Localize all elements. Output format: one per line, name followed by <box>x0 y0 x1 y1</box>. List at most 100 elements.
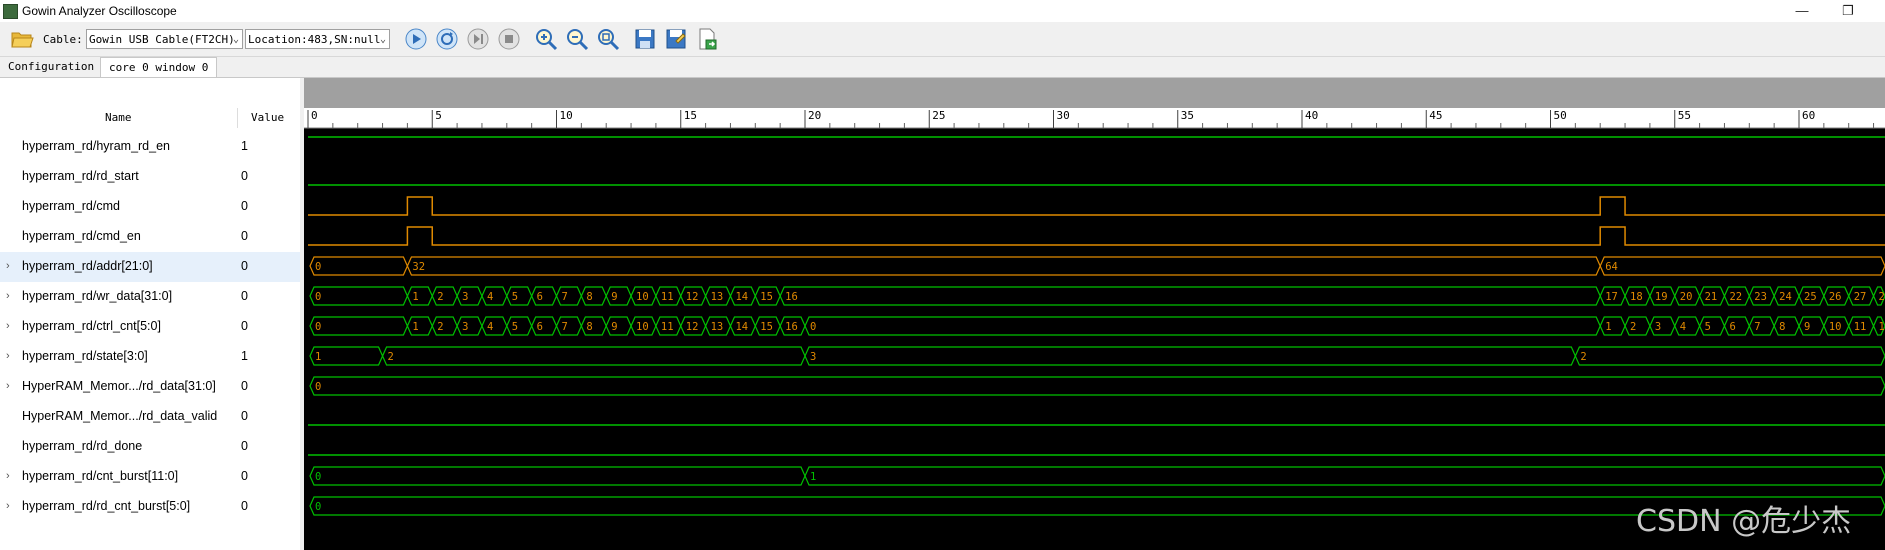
bus-segment <box>506 286 533 306</box>
bus-value-label: 28 <box>1879 291 1885 303</box>
bus-value-label: 32 <box>412 261 425 273</box>
bus-value-label: 22 <box>1729 291 1742 303</box>
bus-value-label: 10 <box>636 291 649 303</box>
bus-value-label: 8 <box>586 321 592 333</box>
bus-value-label: 20 <box>1680 291 1693 303</box>
bus-value-label: 17 <box>1605 291 1618 303</box>
bus-segment <box>309 256 409 276</box>
bus-segment <box>1599 316 1626 336</box>
bus-value-label: 21 <box>1705 291 1718 303</box>
bus-segment <box>381 346 806 366</box>
bus-segment <box>1773 316 1800 336</box>
bus-value-label: 18 <box>1630 291 1643 303</box>
bus-value-label: 6 <box>537 321 543 333</box>
time-ruler-label: 60 <box>1802 109 1815 122</box>
bus-segment <box>804 466 1885 486</box>
time-ruler-label: 5 <box>435 109 442 122</box>
time-ruler-label: 10 <box>560 109 573 122</box>
bus-value-label: 13 <box>711 321 724 333</box>
bus-value-label: 15 <box>760 291 773 303</box>
bus-value-label: 12 <box>686 321 699 333</box>
bus-segment <box>804 316 1601 336</box>
bus-value-label: 5 <box>1705 321 1711 333</box>
bus-value-label: 0 <box>315 261 321 273</box>
bus-segment <box>580 286 607 306</box>
bus-segment <box>779 286 1601 306</box>
bus-value-label: 24 <box>1779 291 1792 303</box>
time-ruler-label: 30 <box>1057 109 1070 122</box>
bus-segment <box>431 286 458 306</box>
bus-value-label: 5 <box>512 321 518 333</box>
bus-value-label: 8 <box>1779 321 1785 333</box>
bus-value-label: 4 <box>487 291 493 303</box>
bus-value-label: 1 <box>412 321 418 333</box>
bus-segment <box>530 316 558 336</box>
bus-value-label: 10 <box>1829 321 1842 333</box>
bus-segment <box>1674 316 1701 336</box>
bus-segment <box>1599 256 1885 276</box>
bus-segment <box>1649 316 1676 336</box>
bus-value-label: 2 <box>1630 321 1636 333</box>
bus-segment <box>456 286 483 306</box>
bus-segment <box>605 286 632 306</box>
bus-value-label: 0 <box>315 381 321 393</box>
bus-value-label: 19 <box>1655 291 1668 303</box>
bus-value-label: 12 <box>686 291 699 303</box>
bus-segment <box>555 316 583 336</box>
bus-value-label: 7 <box>1754 321 1760 333</box>
bus-segment <box>481 286 508 306</box>
bus-segment <box>555 286 583 306</box>
bus-segment <box>406 286 433 306</box>
bus-value-label: 1 <box>412 291 418 303</box>
bus-segment <box>1798 316 1825 336</box>
bus-value-label: 25 <box>1804 291 1817 303</box>
bus-segment <box>506 316 533 336</box>
bus-segment <box>431 316 458 336</box>
bus-segment <box>1748 316 1775 336</box>
bus-value-label: 9 <box>611 291 617 303</box>
bus-segment <box>309 286 409 306</box>
bus-value-label: 2 <box>388 351 394 363</box>
bus-value-label: 0 <box>810 321 816 333</box>
bus-segment <box>1624 316 1651 336</box>
bus-value-label: 23 <box>1754 291 1767 303</box>
bus-value-label: 64 <box>1605 261 1618 273</box>
bus-segment <box>456 316 483 336</box>
watermark: CSDN @危少杰 <box>1636 504 1852 539</box>
bus-segment <box>406 256 1601 276</box>
bus-value-label: 1 <box>315 351 321 363</box>
bus-value-label: 1 <box>1605 321 1611 333</box>
bus-value-label: 10 <box>636 321 649 333</box>
time-ruler-label: 25 <box>932 109 945 122</box>
bus-value-label: 7 <box>562 321 568 333</box>
bus-value-label: 15 <box>760 321 773 333</box>
bus-segment <box>309 316 409 336</box>
time-ruler-label: 15 <box>684 109 697 122</box>
bus-value-label: 14 <box>735 321 748 333</box>
bus-value-label: 2 <box>1580 351 1586 363</box>
bus-segment <box>804 346 1577 366</box>
bus-value-label: 11 <box>661 291 674 303</box>
bus-value-label: 3 <box>1655 321 1661 333</box>
bus-value-label: 11 <box>661 321 674 333</box>
bus-value-label: 26 <box>1829 291 1842 303</box>
bus-value-label: 4 <box>1680 321 1686 333</box>
bus-segment <box>530 286 558 306</box>
waveform-canvas[interactable]: 0 5 10 15 20 25 30 35 40 45 50 55 600 32 640 1 2 3 4 5 6 7 8 9 1… <box>0 0 1885 550</box>
time-ruler-label: 0 <box>311 109 318 122</box>
bus-value-label: 13 <box>711 291 724 303</box>
bus-value-label: 11 <box>1854 321 1867 333</box>
time-ruler-label: 20 <box>808 109 821 122</box>
bus-segment <box>580 316 607 336</box>
bus-segment <box>1574 346 1885 366</box>
bus-segment <box>1698 316 1726 336</box>
bus-value-label: 2 <box>437 291 443 303</box>
bus-value-label: 0 <box>315 321 321 333</box>
bus-segment <box>406 316 433 336</box>
bus-value-label: 9 <box>611 321 617 333</box>
bus-value-label: 6 <box>537 291 543 303</box>
waveform-trace <box>308 226 1885 246</box>
bus-segment <box>309 466 806 486</box>
bus-segment <box>1723 316 1750 336</box>
bus-value-label: 4 <box>487 321 493 333</box>
